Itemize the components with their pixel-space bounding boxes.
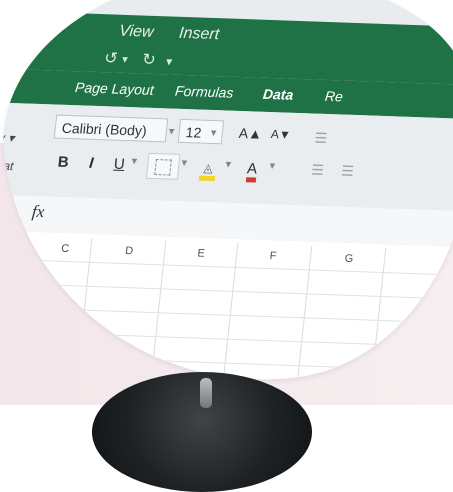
bold-button[interactable]: B: [50, 149, 77, 176]
tab-data[interactable]: Data: [262, 86, 294, 103]
underline-button[interactable]: U: [106, 151, 133, 178]
font-size-select[interactable]: 12: [177, 118, 225, 145]
dark-object-highlight: [200, 378, 212, 408]
align-top-icon[interactable]: ☰: [314, 130, 328, 147]
menu-insert[interactable]: Insert: [178, 25, 220, 44]
fill-color-dropdown-icon[interactable]: ▾: [225, 158, 232, 171]
tab-review[interactable]: Re: [324, 88, 344, 105]
align-left-icon[interactable]: ☰: [310, 162, 324, 179]
borders-icon: [154, 159, 172, 176]
tab-formulas[interactable]: Formulas: [174, 83, 234, 101]
tab-page-layout[interactable]: Page Layout: [74, 79, 154, 98]
column-header-c[interactable]: C: [50, 242, 81, 255]
grow-font-button[interactable]: A▲: [232, 121, 263, 146]
menu-view[interactable]: View: [118, 23, 154, 42]
undo-dropdown-icon[interactable]: ▾: [122, 53, 129, 66]
font-name-value: Calibri (Body): [61, 119, 148, 139]
column-header-e[interactable]: E: [185, 247, 216, 260]
font-name-select[interactable]: Calibri (Body): [53, 114, 169, 143]
font-color-icon: A: [245, 160, 258, 183]
column-header-d[interactable]: D: [114, 245, 145, 258]
paint-bucket-icon: ◬: [198, 161, 217, 182]
column-header-g[interactable]: G: [333, 252, 364, 265]
undo-icon[interactable]: ↺: [103, 48, 118, 68]
photo-mask: View Insert ↺ ▾ ↻ ▾ Page Layout Formulas…: [0, 0, 453, 406]
font-color-button[interactable]: A: [236, 156, 269, 183]
borders-button[interactable]: [145, 152, 181, 180]
copy-label[interactable]: opy ▾: [0, 130, 15, 145]
font-size-value: 12: [184, 124, 203, 141]
font-name-dropdown-icon[interactable]: ▾: [168, 125, 175, 138]
underline-dropdown-icon[interactable]: ▾: [131, 154, 138, 167]
font-size-dropdown-icon[interactable]: ▾: [210, 126, 217, 139]
italic-button[interactable]: I: [78, 150, 105, 177]
font-color-dropdown-icon[interactable]: ▾: [269, 159, 276, 172]
function-icon[interactable]: fx: [31, 202, 45, 222]
column-header-f[interactable]: F: [257, 250, 288, 263]
fill-color-button[interactable]: ◬: [192, 154, 225, 182]
excel-window: View Insert ↺ ▾ ↻ ▾ Page Layout Formulas…: [0, 9, 453, 406]
shrink-font-button[interactable]: A▼: [264, 122, 294, 147]
align-center-icon[interactable]: ☰: [340, 163, 354, 180]
borders-dropdown-icon[interactable]: ▾: [181, 156, 188, 169]
redo-icon[interactable]: ↻: [141, 50, 156, 70]
